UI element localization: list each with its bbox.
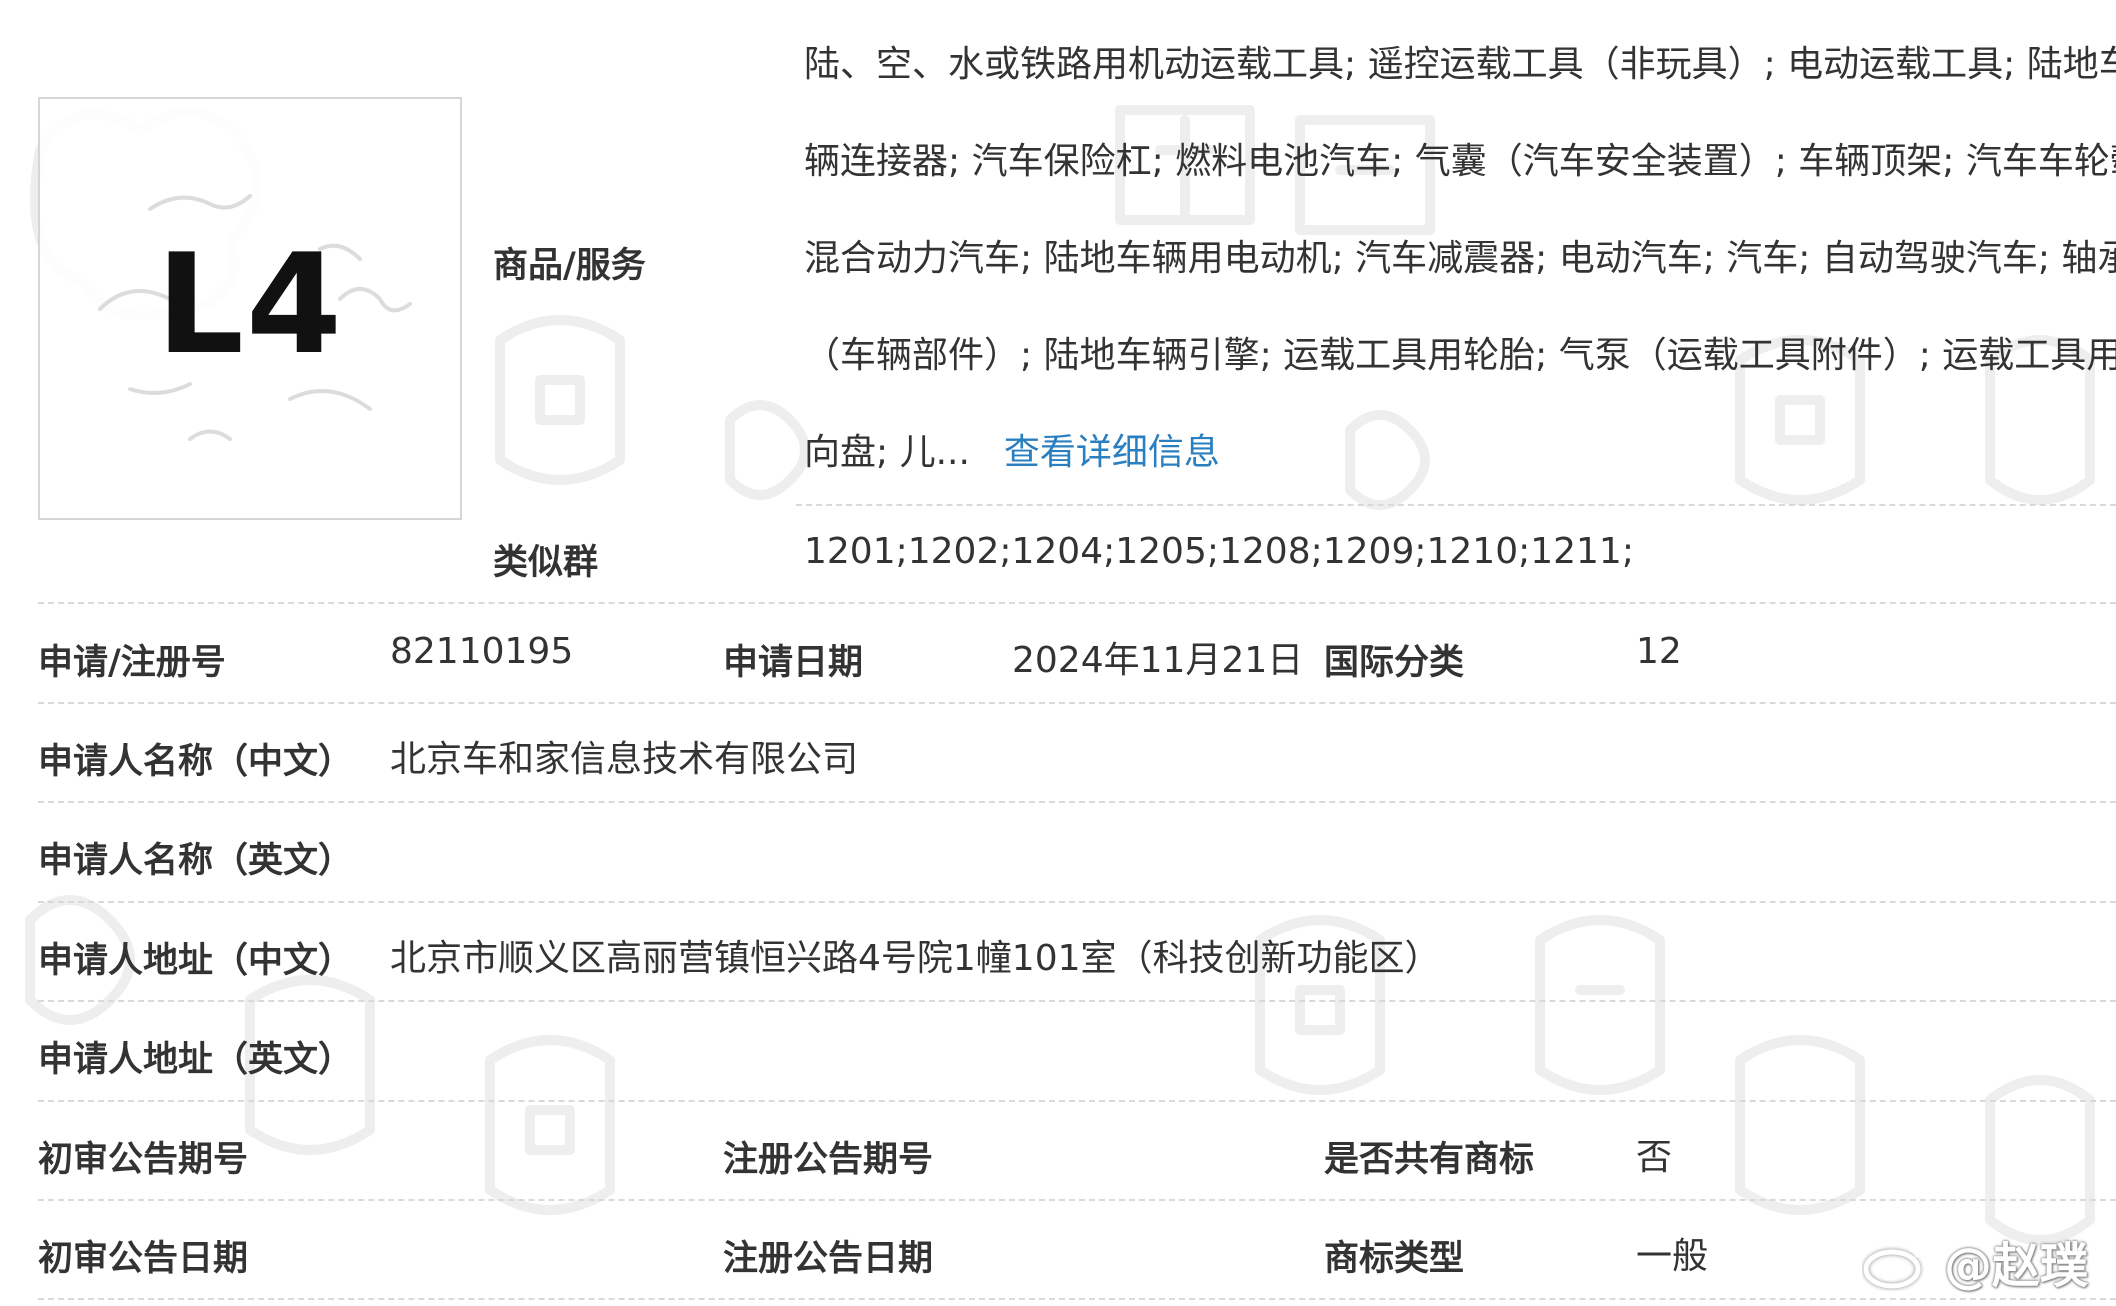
address-en-label: 申请人地址（英文）: [38, 1040, 354, 1080]
applicant-cn-value: 北京车和家信息技术有限公司: [390, 739, 859, 780]
shared-mark-value: 否: [1636, 1137, 1673, 1178]
similar-group-label: 类似群: [493, 543, 599, 583]
address-cn-value: 北京市顺义区高丽营镇恒兴路4号院1幢101室（科技创新功能区）: [390, 938, 1441, 979]
divider: [38, 1298, 2116, 1300]
logo-text: L4: [156, 224, 344, 385]
weibo-handle: @赵璞: [1944, 1238, 2089, 1294]
view-details-link[interactable]: 查看详细信息: [1004, 432, 1220, 473]
trademark-detail-page: L4 商品/服务 陆、空、水或铁路用机动运载工具; 遥控运载工具（非玩具）; 电…: [0, 0, 2116, 1306]
divider: [796, 504, 2116, 506]
similar-group-value: 1201;1202;1204;1205;1208;1209;1210;1211;: [804, 531, 1634, 572]
applicant-en-label: 申请人名称（英文）: [38, 841, 354, 881]
goods-line: （车辆部件）; 陆地车辆引擎; 运载工具用轮胎; 气泵（运载工具附件）; 运载工…: [804, 335, 2116, 376]
weibo-watermark: @赵璞: [1862, 1226, 2088, 1296]
intl-class-label: 国际分类: [1324, 643, 1465, 683]
divider: [38, 1000, 2116, 1002]
goods-list: 陆、空、水或铁路用机动运载工具; 遥控运载工具（非玩具）; 电动运载工具; 陆地…: [804, 35, 2116, 520]
prelim-issue-label: 初审公告期号: [38, 1140, 249, 1180]
reg-issue-label: 注册公告期号: [723, 1140, 934, 1180]
address-cn-label: 申请人地址（中文）: [38, 941, 354, 981]
divider: [38, 1100, 2116, 1102]
intl-class-value: 12: [1636, 631, 1682, 672]
divider: [38, 901, 2116, 903]
trademark-image: L4: [38, 97, 462, 520]
apply-date-value: 2024年11月21日: [1012, 640, 1304, 681]
divider: [38, 801, 2116, 803]
mark-type-value: 一般: [1636, 1236, 1709, 1277]
mark-type-label: 商标类型: [1324, 1239, 1465, 1279]
reg-date-label: 注册公告日期: [723, 1239, 934, 1279]
divider: [38, 602, 2116, 604]
goods-line-truncated: 向盘; 儿...: [804, 432, 970, 473]
goods-line: 辆连接器; 汽车保险杠; 燃料电池汽车; 气囊（汽车安全装置）; 车辆顶架; 汽…: [804, 141, 2116, 182]
goods-line: 混合动力汽车; 陆地车辆用电动机; 汽车减震器; 电动汽车; 汽车; 自动驾驶汽…: [804, 238, 2116, 279]
shared-mark-label: 是否共有商标: [1324, 1140, 1535, 1180]
goods-line: 陆、空、水或铁路用机动运载工具; 遥控运载工具（非玩具）; 电动运载工具; 陆地…: [804, 44, 2116, 85]
weibo-icon: [1863, 1236, 1931, 1289]
reg-number-value: 82110195: [390, 631, 574, 672]
divider: [38, 702, 2116, 704]
prelim-date-label: 初审公告日期: [38, 1239, 249, 1279]
goods-label: 商品/服务: [493, 246, 646, 286]
divider: [38, 1199, 2116, 1201]
applicant-cn-label: 申请人名称（中文）: [38, 742, 354, 782]
apply-date-label: 申请日期: [723, 643, 864, 683]
reg-number-label: 申请/注册号: [38, 643, 226, 683]
